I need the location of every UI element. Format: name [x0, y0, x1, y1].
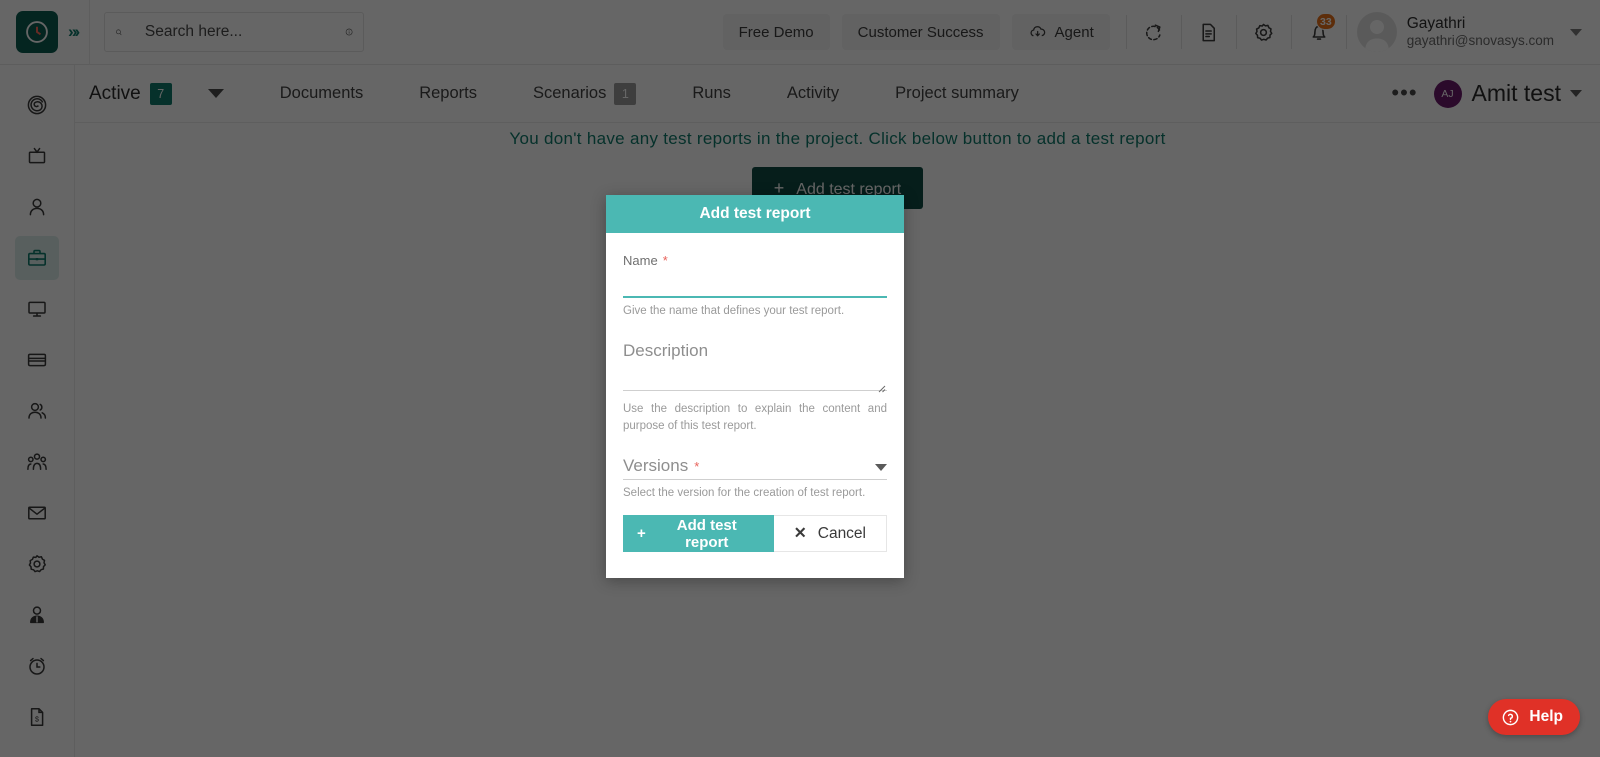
plus-icon: + — [637, 525, 646, 543]
dialog-submit-label: Add test report — [676, 516, 737, 551]
description-input[interactable] — [623, 365, 887, 392]
name-input[interactable] — [623, 270, 887, 298]
versions-chevron-down-icon[interactable] — [875, 463, 887, 471]
versions-select[interactable]: Versions * — [623, 456, 887, 480]
app-root: »› Free Demo Customer Success — [0, 0, 1600, 757]
close-x-icon: ✕ — [793, 525, 807, 543]
versions-helper-text: Select the version for the creation of t… — [623, 486, 866, 499]
description-field-label: Description — [623, 341, 709, 361]
name-field-label-row: Name * — [623, 253, 887, 268]
versions-label-row: Versions * — [623, 456, 699, 476]
versions-field-group: Versions * Select the version for the cr… — [623, 456, 887, 501]
question-circle-icon — [1503, 709, 1519, 725]
dialog-title: Add test report — [606, 195, 904, 233]
name-field-label: Name — [623, 253, 658, 268]
dialog-submit-button[interactable]: + Add test report — [623, 515, 774, 553]
versions-field-label: Versions — [623, 455, 689, 475]
dialog-actions: + Add test report ✕ Cancel — [623, 515, 887, 553]
add-test-report-dialog: Add test report Name * Give the name tha… — [606, 195, 904, 579]
description-field-group: Description Use the description to expla… — [623, 341, 887, 434]
name-required-mark: * — [662, 253, 668, 268]
dialog-cancel-label: Cancel — [817, 524, 866, 542]
dialog-cancel-button[interactable]: ✕ Cancel — [773, 515, 887, 553]
description-input-wrap — [623, 365, 887, 396]
dialog-body: Name * Give the name that defines your t… — [606, 233, 904, 578]
description-helper-text: Use the description to explain the conte… — [623, 403, 887, 432]
help-label: Help — [1529, 708, 1563, 725]
versions-required-mark: * — [694, 458, 700, 474]
name-field-group: Name * Give the name that defines your t… — [623, 253, 887, 319]
name-helper-text: Give the name that defines your test rep… — [623, 305, 845, 317]
help-button[interactable]: Help — [1488, 699, 1580, 735]
